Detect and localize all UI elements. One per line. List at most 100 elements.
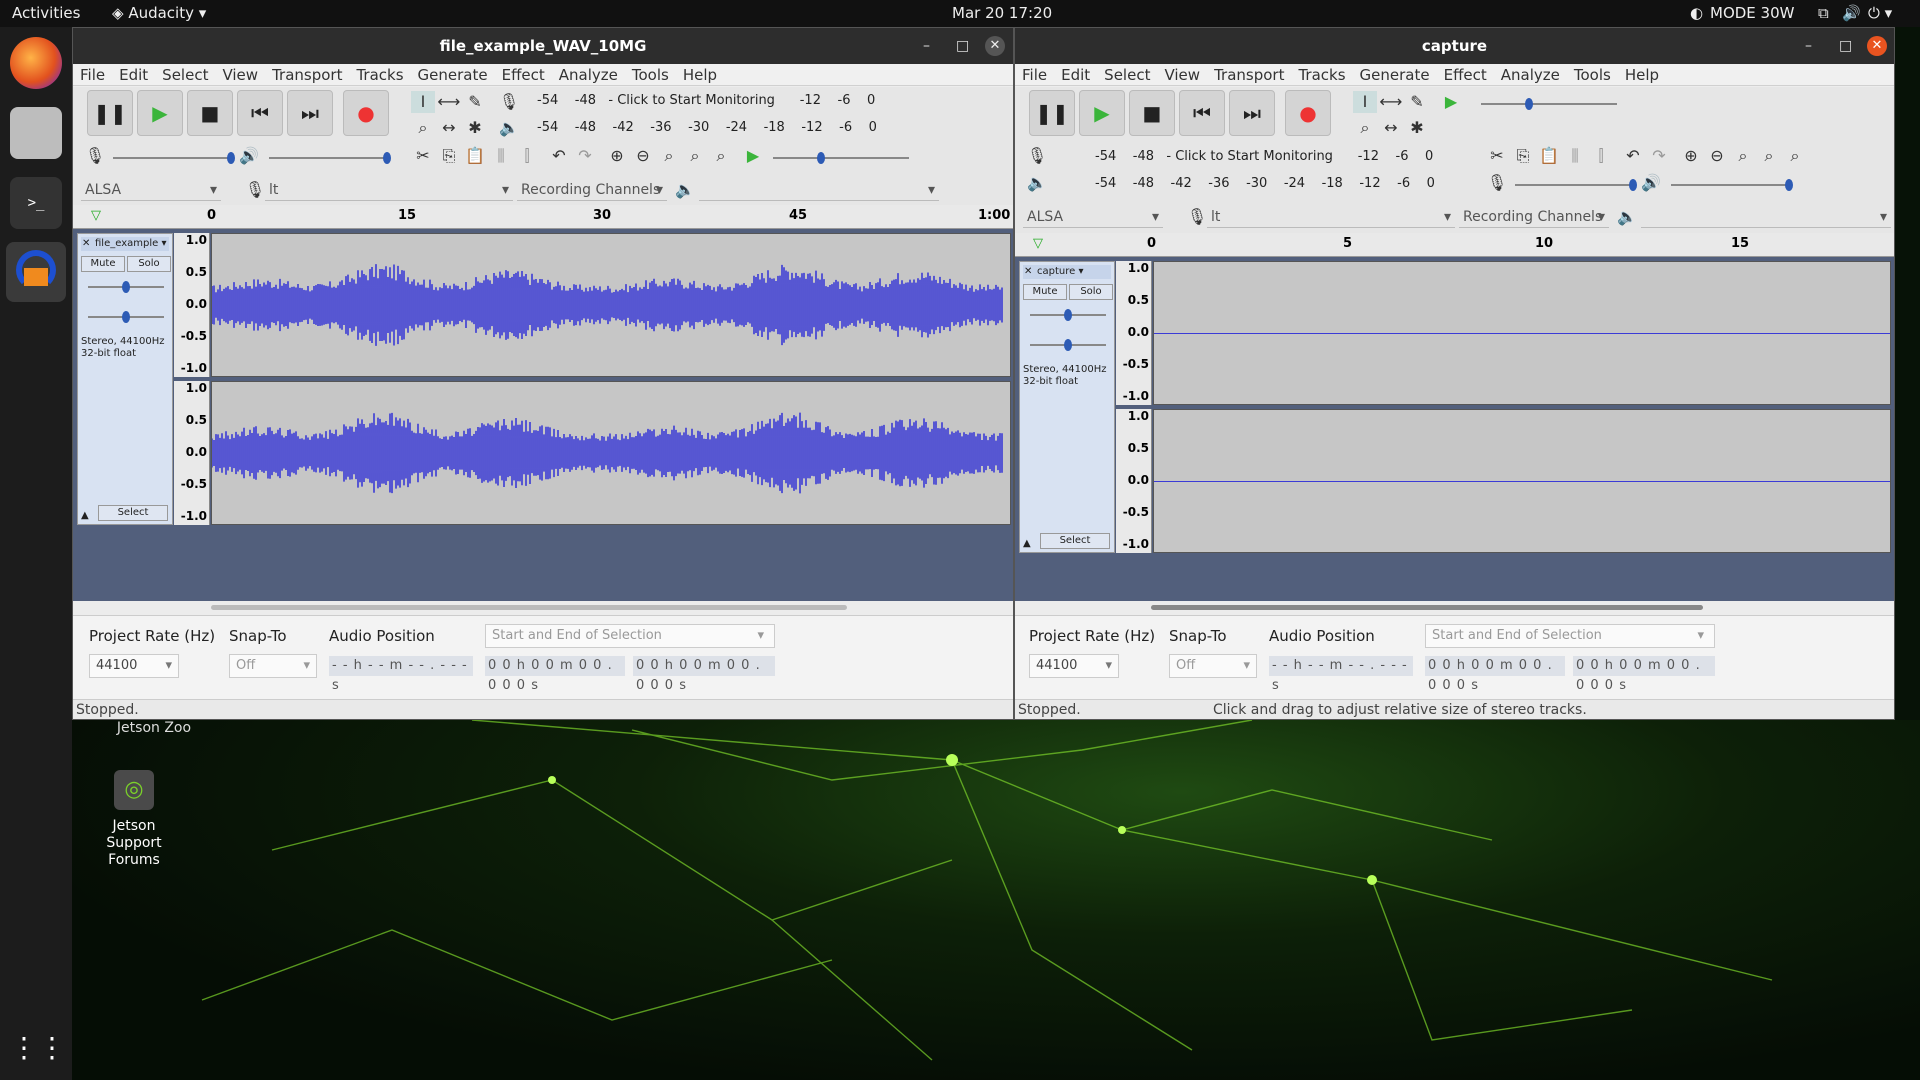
copy-icon[interactable]: ⎘: [1511, 145, 1535, 167]
track-close-icon[interactable]: ✕: [82, 238, 90, 249]
fit-selection-icon[interactable]: ⌕: [657, 145, 681, 167]
play-speed-slider[interactable]: [1481, 98, 1617, 110]
selection-tool-icon[interactable]: I: [1353, 91, 1377, 113]
menu-help[interactable]: Help: [676, 64, 724, 84]
menu-select[interactable]: Select: [1097, 64, 1157, 84]
snap-to-select[interactable]: Off ▾: [1169, 654, 1257, 678]
record-volume-slider[interactable]: [1515, 179, 1637, 191]
menu-file[interactable]: File: [1015, 64, 1054, 84]
host-select[interactable]: ALSA ▾: [1023, 206, 1163, 228]
audacity-dock-icon[interactable]: [6, 242, 66, 302]
playback-meter[interactable]: -54 -48 -42 -36 -30 -24 -18 -12 -6 0: [537, 120, 877, 135]
pause-button[interactable]: ❚❚: [87, 90, 133, 136]
minimize-icon[interactable]: –: [923, 28, 930, 64]
play-speed-slider[interactable]: [773, 152, 909, 164]
project-rate-select[interactable]: 44100 ▾: [1029, 654, 1119, 678]
track-select-button[interactable]: Select: [98, 505, 168, 521]
nvidia-shortcut-icon[interactable]: ◎: [114, 770, 154, 810]
power-icon[interactable]: ⏻ ▾: [1868, 4, 1892, 22]
track-select-button[interactable]: Select: [1040, 533, 1110, 549]
playback-volume-slider[interactable]: [1671, 179, 1793, 191]
gain-slider[interactable]: [1030, 309, 1106, 321]
menu-tools[interactable]: Tools: [625, 64, 676, 84]
timeshift-tool-icon[interactable]: ↔: [1379, 117, 1403, 139]
selection-end-field[interactable]: 0 0 h 0 0 m 0 0 . 0 0 0 s: [1573, 656, 1715, 693]
zoom-out-icon[interactable]: ⊖: [1705, 145, 1729, 167]
stop-button[interactable]: ■: [1129, 90, 1175, 136]
skip-end-button[interactable]: ⏭: [1229, 90, 1275, 136]
undo-icon[interactable]: ↶: [1621, 145, 1645, 167]
horizontal-scrollbar[interactable]: [1151, 605, 1703, 610]
menu-generate[interactable]: Generate: [1353, 64, 1437, 84]
trim-icon[interactable]: ⫼: [1563, 145, 1587, 167]
playback-meter-icon[interactable]: 🔈: [1025, 172, 1049, 194]
stop-button[interactable]: ■: [187, 90, 233, 136]
selection-mode-select[interactable]: Start and End of Selection ▾: [1425, 624, 1715, 648]
menu-edit[interactable]: Edit: [1054, 64, 1097, 84]
menu-edit[interactable]: Edit: [112, 64, 155, 84]
title-bar[interactable]: file_example_WAV_10MG – □ ✕: [73, 28, 1013, 64]
files-icon[interactable]: [10, 107, 62, 159]
pan-slider[interactable]: [88, 311, 164, 323]
nvidia-icon[interactable]: ◐: [1690, 4, 1703, 22]
paste-icon[interactable]: 📋: [463, 145, 487, 167]
input-device-select[interactable]: lt ▾: [1207, 206, 1455, 228]
audio-position-field[interactable]: - - h - - m - - . - - - s: [1269, 656, 1413, 693]
paste-icon[interactable]: 📋: [1537, 145, 1561, 167]
solo-button[interactable]: Solo: [127, 256, 171, 272]
project-rate-select[interactable]: 44100 ▾: [89, 654, 179, 678]
track-name-menu[interactable]: capture ▾: [1023, 265, 1111, 279]
close-icon[interactable]: ✕: [1867, 36, 1887, 56]
fit-project-icon[interactable]: ⌕: [1757, 145, 1781, 167]
snap-to-select[interactable]: Off ▾: [229, 654, 317, 678]
cut-icon[interactable]: ✂: [411, 145, 435, 167]
menu-transport[interactable]: Transport: [265, 64, 349, 84]
menu-transport[interactable]: Transport: [1207, 64, 1291, 84]
skip-start-button[interactable]: ⏮: [1179, 90, 1225, 136]
menu-analyze[interactable]: Analyze: [1494, 64, 1567, 84]
maximize-icon[interactable]: □: [1839, 28, 1852, 64]
record-meter-icon[interactable]: 🎙: [1025, 145, 1049, 167]
menu-view[interactable]: View: [1157, 64, 1207, 84]
close-icon[interactable]: ✕: [985, 36, 1005, 56]
maximize-icon[interactable]: □: [956, 28, 969, 64]
app-menu[interactable]: ◈ Audacity ▾: [112, 4, 206, 22]
envelope-tool-icon[interactable]: ⟷: [1379, 91, 1403, 113]
track-name-menu[interactable]: file_example ▾: [81, 237, 169, 251]
menu-tracks[interactable]: Tracks: [349, 64, 410, 84]
mute-button[interactable]: Mute: [1023, 284, 1067, 300]
record-meter[interactable]: -54 -48 - Click to Start Monitoring -12 …: [1095, 149, 1433, 164]
selection-mode-select[interactable]: Start and End of Selection ▾: [485, 624, 775, 648]
multi-tool-icon[interactable]: ✱: [463, 117, 487, 139]
menu-file[interactable]: File: [73, 64, 112, 84]
host-select[interactable]: ALSA ▾: [81, 179, 221, 201]
record-button[interactable]: ●: [1285, 90, 1331, 136]
zoom-tool-icon[interactable]: ⌕: [1353, 117, 1377, 139]
pause-button[interactable]: ❚❚: [1029, 90, 1075, 136]
play-at-speed-icon[interactable]: ▶: [741, 145, 765, 167]
clock[interactable]: Mar 20 17:20: [952, 4, 1052, 22]
minimize-icon[interactable]: –: [1805, 28, 1812, 64]
waveform-left-channel[interactable]: [211, 233, 1011, 377]
terminal-icon[interactable]: >_: [10, 177, 62, 229]
cut-icon[interactable]: ✂: [1485, 145, 1509, 167]
menu-analyze[interactable]: Analyze: [552, 64, 625, 84]
timeline-ruler[interactable]: ▽ 0 5 10 15: [1015, 233, 1894, 257]
selection-end-field[interactable]: 0 0 h 0 0 m 0 0 . 0 0 0 s: [633, 656, 775, 693]
horizontal-scrollbar[interactable]: [211, 605, 847, 610]
menu-view[interactable]: View: [215, 64, 265, 84]
menu-help[interactable]: Help: [1618, 64, 1666, 84]
collapse-icon[interactable]: ▲: [81, 510, 89, 521]
playback-meter[interactable]: -54 -48 -42 -36 -30 -24 -18 -12 -6 0: [1095, 176, 1435, 191]
output-device-select[interactable]: ▾: [699, 179, 939, 201]
title-bar[interactable]: capture – □ ✕: [1015, 28, 1894, 64]
copy-icon[interactable]: ⎘: [437, 145, 461, 167]
waveform-right-channel[interactable]: [211, 381, 1011, 525]
pan-slider[interactable]: [1030, 339, 1106, 351]
play-head-icon[interactable]: ▽: [1033, 236, 1043, 251]
playback-volume-slider[interactable]: [269, 152, 391, 164]
envelope-tool-icon[interactable]: ⟷: [437, 91, 461, 113]
playback-meter-icon[interactable]: 🔈: [497, 117, 521, 139]
play-button[interactable]: ▶: [137, 90, 183, 136]
trim-icon[interactable]: ⫼: [489, 145, 513, 167]
